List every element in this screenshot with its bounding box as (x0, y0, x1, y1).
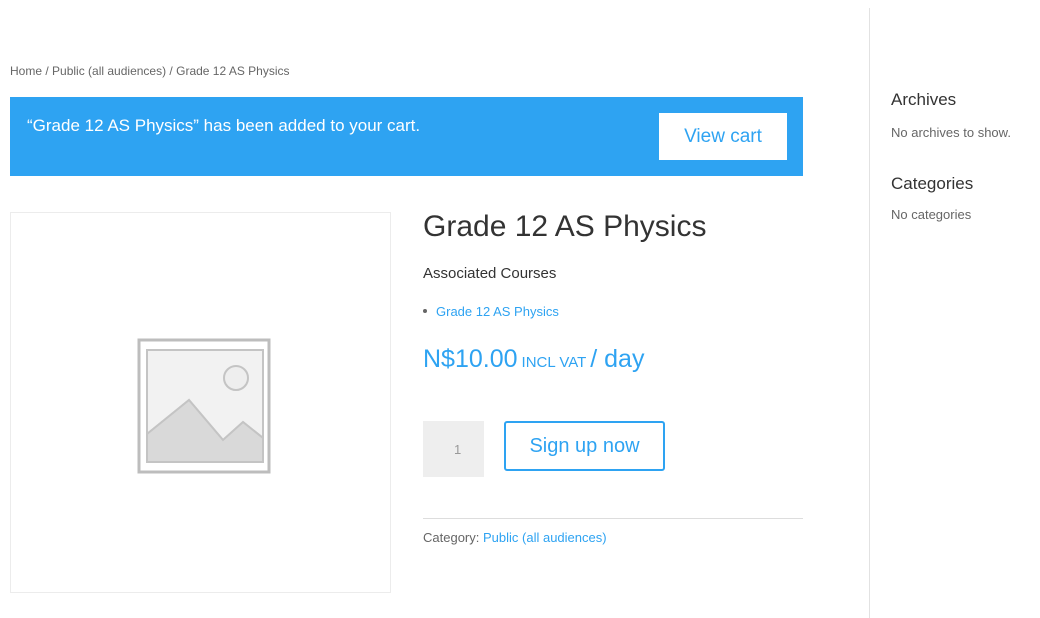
breadcrumb-current: Grade 12 AS Physics (176, 64, 290, 78)
cart-notice: “Grade 12 AS Physics” has been added to … (10, 97, 803, 176)
product-category: Category: Public (all audiences) (423, 530, 607, 545)
breadcrumb: Home / Public (all audiences) / Grade 12… (10, 64, 290, 78)
product-image[interactable] (10, 212, 391, 593)
associated-courses-heading: Associated Courses (423, 265, 557, 282)
categories-widget-text: No categories (891, 207, 972, 222)
product-price: N$10.00 INCL VAT / day (423, 345, 644, 374)
list-item: Grade 12 AS Physics (423, 304, 559, 319)
sidebar-divider (869, 8, 870, 618)
archives-widget-text: No archives to show. (891, 125, 1011, 140)
category-label: Category: (423, 530, 480, 545)
quantity-input[interactable] (423, 421, 484, 477)
archives-widget-title: Archives (891, 90, 957, 109)
breadcrumb-separator: / (166, 64, 177, 78)
category-link[interactable]: Public (all audiences) (483, 530, 607, 545)
price-amount: N$10.00 (423, 345, 518, 373)
price-period: / day (590, 345, 645, 373)
meta-divider (423, 518, 803, 519)
breadcrumb-separator: / (42, 64, 53, 78)
cart-notice-message: “Grade 12 AS Physics” has been added to … (27, 116, 421, 135)
sign-up-button[interactable]: Sign up now (504, 421, 665, 471)
image-placeholder-icon (137, 338, 271, 474)
breadcrumb-category-link[interactable]: Public (all audiences) (52, 64, 166, 78)
associated-courses-list: Grade 12 AS Physics (423, 304, 559, 319)
associated-course-link[interactable]: Grade 12 AS Physics (436, 304, 559, 319)
view-cart-button[interactable]: View cart (659, 113, 787, 160)
price-tax-label: INCL VAT (521, 354, 587, 371)
bullet-icon (423, 308, 427, 313)
categories-widget-title: Categories (891, 174, 974, 193)
product-title: Grade 12 AS Physics (423, 210, 707, 243)
breadcrumb-home-link[interactable]: Home (10, 64, 42, 78)
